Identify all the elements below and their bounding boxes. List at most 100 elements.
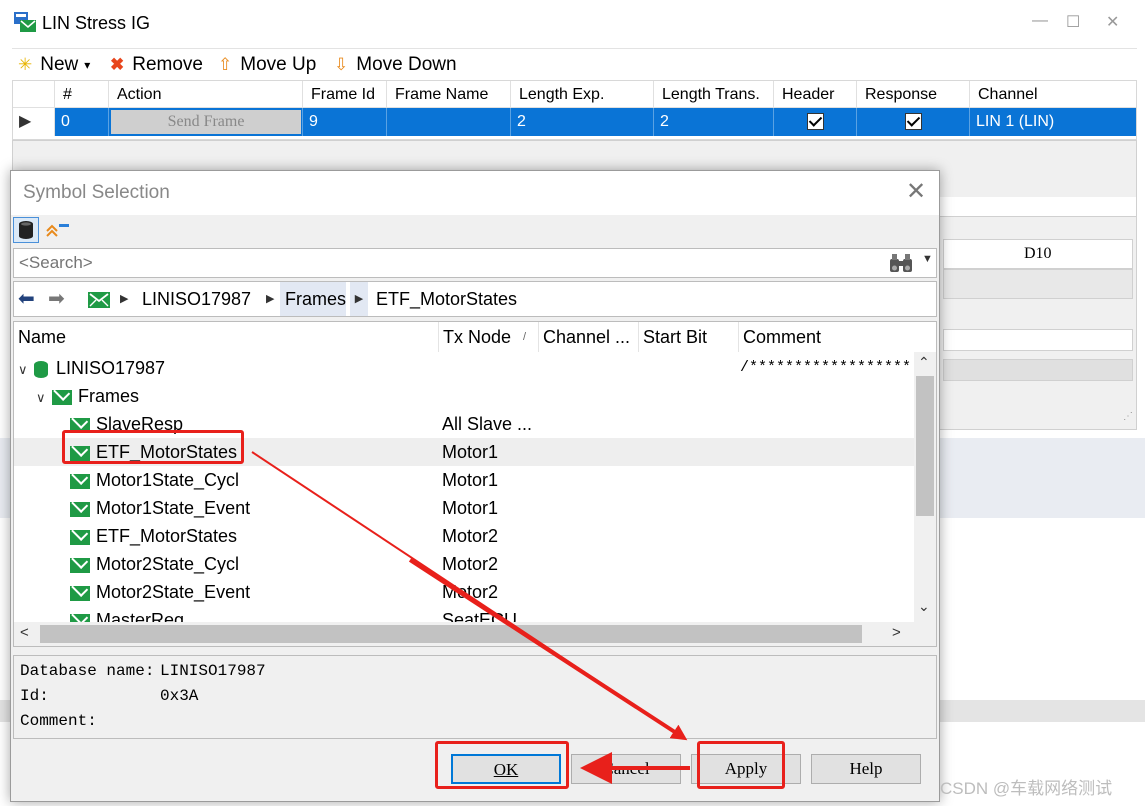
breadcrumb-separator-icon[interactable]: ▶ [120,282,128,316]
tree-node-frames[interactable]: ∨ Frames [14,382,914,410]
breadcrumb-item-database[interactable]: LINISO17987 [142,282,251,316]
tree-frame-row[interactable]: ETF_MotorStates Motor2 [14,522,914,550]
scroll-down-icon[interactable]: ⌄ [918,598,930,615]
tx-node-label: Tx Node [443,327,512,347]
cell-length-exp[interactable]: 2 [511,108,654,136]
grid-header-channel[interactable]: Channel [970,81,1136,108]
cell-index[interactable]: 0 [55,108,109,136]
frame-tx-node: Motor2 [442,582,499,602]
arrow-up-icon: ⇧ [218,55,233,74]
help-button[interactable]: Help [811,754,921,784]
tree-frame-row[interactable]: Motor1State_Cycl Motor1 [14,466,914,494]
expand-caret-icon[interactable]: ∨ [36,382,50,412]
frame-envelope-icon [70,473,90,489]
move-down-label: Move Down [356,54,457,75]
database-view-button[interactable] [13,217,39,243]
frames-grid: # Action Frame Id Frame Name Length Exp.… [12,80,1137,140]
scroll-left-icon[interactable]: < [20,624,29,641]
tree-frame-row[interactable]: Motor1State_Event Motor1 [14,494,914,522]
search-box: ▼ [13,248,937,278]
remove-icon: ✖ [110,55,125,74]
move-up-button[interactable]: ⇧ Move Up [218,53,316,77]
grid-header-header[interactable]: Header [774,81,857,108]
remove-button[interactable]: ✖ Remove [110,53,203,77]
breadcrumb-separator-icon[interactable]: ▶ [266,282,274,316]
frame-tx-node: Motor1 [442,442,499,462]
send-frame-button[interactable]: Send Frame [111,110,301,134]
tree-frame-row[interactable]: Motor2State_Event Motor2 [14,578,914,606]
maximize-icon[interactable]: ☐ [1066,12,1080,32]
frame-envelope-icon [70,613,90,622]
db-name-value: LINISO17987 [160,662,266,680]
symbol-tree: Name Tx Node / Channel ... Start Bit Com… [13,321,937,647]
close-window-icon[interactable]: ✕ [1106,12,1119,32]
symbol-details: Database name: LINISO17987 Id: 0x3A Comm… [13,655,937,739]
grid-header-indicator [13,81,55,108]
annotation-highlight-frame [62,430,244,464]
horizontal-scroll-thumb[interactable] [40,625,862,643]
grid-header-frame-id[interactable]: Frame Id [303,81,387,108]
scroll-right-icon[interactable]: > [892,624,901,641]
frame-envelope-icon [70,529,90,545]
collapse-all-button[interactable] [45,219,71,241]
new-button[interactable]: ✳ New ▾ [18,53,90,77]
move-up-label: Move Up [240,54,317,75]
breadcrumb-separator-icon[interactable]: ▶ [350,282,368,316]
resize-grip-icon[interactable]: ⋰ [1123,411,1133,422]
window-title: LIN Stress IG [42,13,151,33]
tree-node-database[interactable]: ∨ LINISO17987 /****************** [14,354,914,382]
cell-frame-name[interactable] [387,108,511,136]
cell-channel[interactable]: LIN 1 (LIN) [970,108,1136,136]
dialog-toolbar [11,215,939,245]
column-header-comment[interactable]: Comment [739,322,914,352]
frame-name: Motor1State_Event [70,494,250,522]
minimize-icon[interactable]: — [1032,12,1048,30]
vertical-scroll-thumb[interactable] [916,376,934,516]
tree-frame-row[interactable]: Motor2State_Cycl Motor2 [14,550,914,578]
frame-envelope-icon [70,501,90,517]
breadcrumb-item-frame[interactable]: ETF_MotorStates [376,282,517,316]
dialog-close-icon[interactable]: ✕ [901,177,931,207]
header-checkbox[interactable] [806,113,824,131]
horizontal-scrollbar[interactable]: < > [14,622,936,646]
column-header-start-bit[interactable]: Start Bit [639,322,739,352]
cell-frame-id[interactable]: 9 [303,108,387,136]
binoculars-icon[interactable] [888,253,914,273]
frame-name: ETF_MotorStates [70,522,237,550]
grid-header-frame-name[interactable]: Frame Name [387,81,511,108]
tree-frame-row[interactable]: MasterReq SeatECU [14,606,914,622]
new-caret[interactable]: ▾ [84,58,90,72]
cell-length-trans[interactable]: 2 [654,108,774,136]
search-input[interactable] [17,251,867,275]
frame-name: Motor2State_Event [70,578,250,606]
column-header-tx-node[interactable]: Tx Node / [439,322,539,352]
scroll-up-icon[interactable]: ⌃ [918,354,930,371]
grid-header-action[interactable]: Action [109,81,303,108]
id-label: Id: [20,687,49,705]
annotation-highlight-ok [435,741,569,789]
expand-caret-icon[interactable]: ∨ [18,354,32,384]
id-value: 0x3A [160,687,199,705]
frame-tx-node: Motor2 [442,526,499,546]
breadcrumb-item-frames[interactable]: Frames [280,282,346,316]
grid-header-length-trans[interactable]: Length Trans. [654,81,774,108]
response-checkbox[interactable] [904,113,922,131]
frames-node-label: Frames [52,382,139,410]
forward-arrow-icon[interactable]: ➡ [48,282,65,316]
cancel-button[interactable]: Cancel [571,754,681,784]
cell-response[interactable] [857,108,970,136]
grid-header-index[interactable]: # [55,81,109,108]
search-options-dropdown-icon[interactable]: ▼ [922,253,933,265]
grid-header-length-exp[interactable]: Length Exp. [511,81,654,108]
cell-action[interactable]: Send Frame [109,108,303,136]
sort-indicator-icon: / [523,331,527,343]
vertical-scrollbar[interactable]: ⌃ ⌄ [914,352,936,622]
frame-envelope-icon [70,557,90,573]
cell-header[interactable] [774,108,857,136]
move-down-button[interactable]: ⇩ Move Down [334,53,457,77]
column-header-channel[interactable]: Channel ... [539,322,639,352]
remove-label: Remove [132,54,203,75]
grid-header-response[interactable]: Response [857,81,970,108]
column-header-name[interactable]: Name [14,322,439,352]
back-arrow-icon[interactable]: ⬅ [18,282,35,316]
